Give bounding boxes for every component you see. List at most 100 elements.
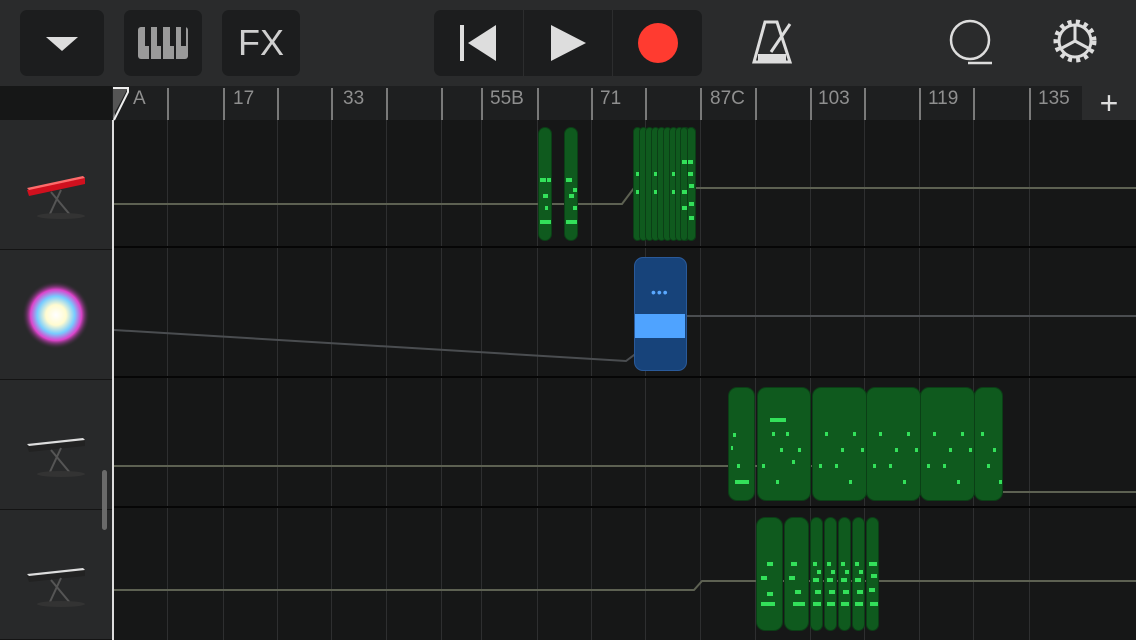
midi-note	[903, 480, 906, 484]
midi-note	[767, 592, 773, 596]
midi-note	[961, 432, 964, 436]
midi-note	[993, 448, 996, 452]
region-more-icon: •••	[651, 284, 669, 300]
midi-note	[569, 194, 574, 198]
midi-note	[689, 216, 694, 220]
audio-region[interactable]: •••	[634, 257, 687, 371]
midi-note	[767, 562, 773, 566]
midi-note	[689, 202, 694, 206]
midi-region[interactable]	[974, 387, 1003, 501]
midi-note	[682, 190, 687, 194]
midi-note	[682, 206, 687, 210]
instrument-button[interactable]	[124, 10, 202, 76]
midi-note	[845, 570, 849, 574]
loop-browser-icon	[949, 19, 992, 65]
audio-waveform	[635, 314, 685, 338]
midi-region[interactable]	[784, 517, 809, 631]
midi-note	[762, 464, 765, 468]
midi-note	[735, 480, 749, 484]
track-header-keyboard-2[interactable]	[0, 510, 112, 640]
settings-button[interactable]	[1050, 16, 1100, 66]
sparkle-burst-icon	[22, 280, 90, 349]
midi-note	[789, 576, 795, 580]
midi-region[interactable]	[866, 517, 879, 631]
midi-note	[855, 602, 863, 606]
ruler-tick	[537, 88, 539, 120]
ruler-tick	[919, 88, 921, 120]
record-icon	[637, 23, 678, 63]
ruler-tick	[223, 88, 225, 120]
track-header-red-synth[interactable]	[0, 120, 112, 250]
midi-note	[889, 464, 892, 468]
midi-note	[682, 160, 687, 164]
track-scrollbar[interactable]	[102, 470, 107, 530]
midi-region[interactable]	[824, 517, 837, 631]
ruler-label: 135	[1038, 88, 1070, 109]
gear-icon	[1053, 19, 1097, 63]
metronome-button[interactable]	[750, 18, 796, 68]
midi-note	[813, 602, 821, 606]
midi-note	[761, 602, 775, 606]
midi-note	[689, 184, 694, 188]
midi-note	[869, 562, 877, 566]
midi-note	[566, 220, 577, 224]
midi-note	[540, 220, 551, 224]
midi-region[interactable]	[920, 387, 975, 501]
ruler-tick	[386, 88, 388, 120]
ruler-label: 87C	[710, 88, 745, 109]
midi-note	[795, 590, 801, 594]
midi-region[interactable]	[564, 127, 578, 241]
midi-note	[871, 574, 877, 578]
browser-button[interactable]	[20, 10, 104, 76]
midi-note	[849, 480, 852, 484]
midi-region[interactable]	[812, 387, 867, 501]
midi-note	[547, 178, 551, 182]
ruler-tick	[331, 88, 333, 120]
ruler-tick	[441, 88, 443, 120]
midi-note	[999, 480, 1002, 484]
midi-region[interactable]	[852, 517, 865, 631]
track-header-keyboard-1[interactable]	[0, 380, 112, 510]
playhead-icon[interactable]	[112, 86, 132, 122]
record-button[interactable]	[613, 10, 702, 76]
midi-note	[792, 460, 795, 464]
midi-region[interactable]	[757, 387, 811, 501]
midi-note	[857, 590, 863, 594]
fx-button[interactable]: FX	[222, 10, 300, 76]
fx-label: FX	[237, 22, 284, 63]
midi-note	[853, 432, 856, 436]
midi-region[interactable]	[810, 517, 823, 631]
loop-browser-button[interactable]	[946, 18, 996, 68]
midi-note	[841, 448, 844, 452]
midi-note	[817, 570, 821, 574]
go-to-start-button[interactable]	[434, 10, 524, 76]
midi-region[interactable]	[756, 517, 783, 631]
ruler-label: A	[133, 88, 146, 109]
midi-note	[987, 464, 990, 468]
midi-note	[831, 570, 835, 574]
metronome-icon	[752, 20, 793, 64]
ruler-tick	[864, 88, 866, 120]
midi-note	[731, 446, 733, 450]
tracks-area[interactable]: •••	[112, 120, 1136, 640]
midi-region[interactable]	[866, 387, 921, 501]
midi-note	[981, 432, 984, 436]
midi-region[interactable]	[680, 127, 688, 241]
midi-note	[761, 576, 767, 580]
midi-region[interactable]	[538, 127, 552, 241]
ruler-tick	[810, 88, 812, 120]
ruler-label: 103	[818, 88, 850, 109]
play-button[interactable]	[524, 10, 614, 76]
add-section-button[interactable]: +	[1082, 85, 1136, 121]
ruler-tick	[591, 88, 593, 120]
timeline-ruler[interactable]: A 17 33 55B 71 87C 103 119 135	[112, 86, 1082, 120]
ruler-tick	[973, 88, 975, 120]
midi-note	[827, 578, 833, 582]
track-header-sampler[interactable]	[0, 250, 112, 380]
midi-note	[907, 432, 910, 436]
midi-note	[825, 432, 828, 436]
midi-region[interactable]	[838, 517, 851, 631]
midi-region[interactable]	[728, 387, 755, 501]
midi-note	[855, 562, 859, 566]
midi-note	[841, 602, 849, 606]
